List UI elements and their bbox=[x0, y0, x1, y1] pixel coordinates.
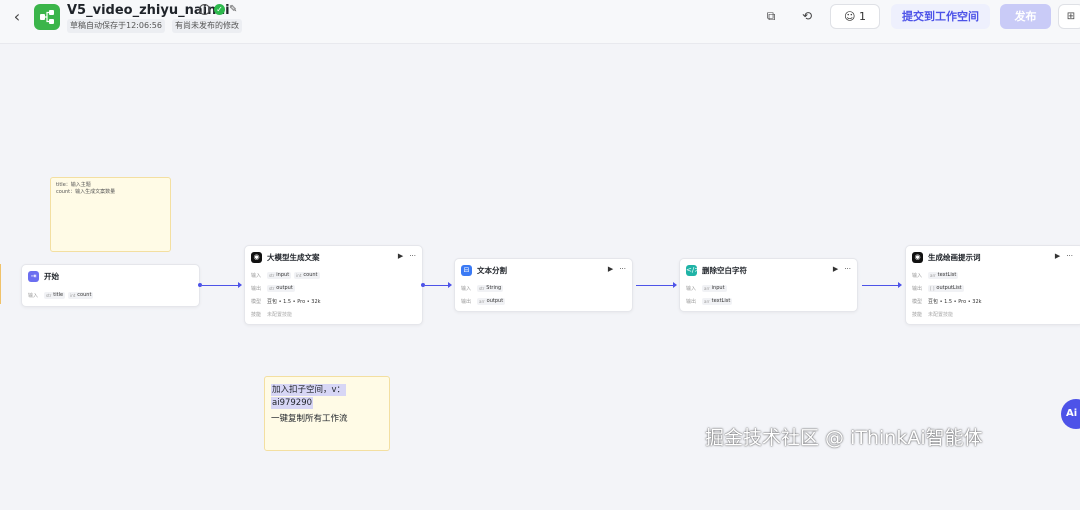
node-title: 删除空白字符 bbox=[702, 266, 747, 275]
promo-line-2: ai979290 bbox=[271, 397, 314, 409]
more-options-icon[interactable]: ⊞ bbox=[1058, 4, 1080, 29]
top-toolbar: ‹ V5_video_zhiyu_nainai i ✓ ✎ 草稿自动保存于12:… bbox=[0, 0, 1080, 44]
chevron-left-icon[interactable]: ‹ bbox=[8, 8, 26, 26]
output-label: 输出 bbox=[251, 286, 262, 292]
image-prompt-node[interactable]: ◉ 生成绘画提示词 ▶ ··· 输入 arr textList 输出 [ ] outp… bbox=[905, 245, 1080, 325]
node-title: 文本分割 bbox=[477, 266, 507, 275]
note-text: title：输入主题 count：输入生成文案数量 bbox=[56, 182, 116, 195]
output-label: 输出 bbox=[686, 299, 697, 305]
node-title: 生成绘画提示词 bbox=[928, 253, 981, 262]
workflow-icon bbox=[34, 4, 60, 30]
members-button[interactable]: ☺ 1 bbox=[830, 4, 880, 29]
trim-whitespace-node[interactable]: </> 删除空白字符 ▶ ··· 输入 arr input 输出 arr textLi… bbox=[679, 258, 858, 312]
info-icon[interactable]: i bbox=[199, 4, 210, 15]
members-count: 1 bbox=[858, 10, 866, 23]
promo-line-3: 一键复制所有工作流 bbox=[271, 414, 348, 424]
input-label: 输入 bbox=[686, 286, 697, 292]
sticky-note[interactable]: title：输入主题 count：输入生成文案数量 bbox=[50, 177, 171, 252]
param-chip: arr output bbox=[477, 298, 506, 305]
copy-icon[interactable]: ⧉ bbox=[763, 8, 779, 24]
connection-edge[interactable] bbox=[425, 285, 449, 286]
llm-node[interactable]: ◉ 大模型生成文案 ▶ ··· 输入 str input int count 输出 s… bbox=[244, 245, 423, 325]
arrow-icon bbox=[673, 282, 677, 288]
param-chip: str String bbox=[477, 285, 504, 292]
param-chip: arr textList bbox=[702, 298, 733, 305]
input-label: 输入 bbox=[912, 273, 923, 279]
model-label: 模型 bbox=[251, 299, 262, 305]
offscreen-node-edge bbox=[0, 264, 1, 304]
more-icon[interactable]: ··· bbox=[409, 252, 416, 260]
output-label: 输出 bbox=[912, 286, 923, 292]
autosave-status: 草稿自动保存于12:06:56 bbox=[67, 19, 165, 33]
start-node[interactable]: ⇥ 开始 输入 str title int count bbox=[21, 264, 200, 307]
arrow-icon bbox=[898, 282, 902, 288]
promo-note[interactable]: 加入扣子空间，v： ai979290 一键复制所有工作流 bbox=[264, 376, 390, 451]
connection-edge[interactable] bbox=[862, 285, 899, 286]
more-icon[interactable]: ··· bbox=[1066, 252, 1073, 260]
node-title: 大模型生成文案 bbox=[267, 253, 320, 262]
skill-label: 技能 bbox=[912, 312, 923, 318]
skill-value: 未配置技能 bbox=[928, 312, 954, 318]
input-label: 输入 bbox=[28, 293, 39, 299]
code-icon: </> bbox=[686, 265, 701, 276]
model-value: 豆包 • 1.5 • Pro • 32k bbox=[928, 299, 982, 305]
watermark: 掘金技术社区 @ iThinkAi智能体 bbox=[705, 427, 983, 449]
skill-value: 未配置技能 bbox=[267, 312, 293, 318]
param-chip: str output bbox=[267, 285, 295, 292]
output-label: 输出 bbox=[461, 299, 472, 305]
edit-icon[interactable]: ✎ bbox=[229, 4, 240, 15]
input-label: 输入 bbox=[251, 273, 262, 279]
param-chip: int count bbox=[68, 292, 94, 299]
run-icon[interactable]: ▶ bbox=[833, 265, 838, 273]
users-icon: ☺ bbox=[844, 10, 856, 23]
model-value: 豆包 • 1.5 • Pro • 32k bbox=[267, 299, 321, 305]
start-icon: ⇥ bbox=[28, 271, 39, 282]
llm-icon: ◉ bbox=[251, 252, 262, 263]
more-icon[interactable]: ··· bbox=[619, 265, 626, 273]
param-chip: str input bbox=[267, 272, 292, 279]
submit-to-workspace-button[interactable]: 提交到工作空间 bbox=[891, 4, 990, 29]
param-chip: str title bbox=[44, 292, 66, 299]
param-chip: [ ] outputList bbox=[928, 285, 964, 292]
publish-button[interactable]: 发布 bbox=[1000, 4, 1051, 29]
connection-edge[interactable] bbox=[202, 285, 239, 286]
param-chip: arr input bbox=[702, 285, 727, 292]
connection-edge[interactable] bbox=[636, 285, 674, 286]
arrow-icon bbox=[448, 282, 452, 288]
unpublished-status: 有尚未发布的修改 bbox=[172, 19, 242, 33]
param-chip: int count bbox=[294, 272, 320, 279]
run-icon[interactable]: ▶ bbox=[1055, 252, 1060, 260]
llm-icon: ◉ bbox=[912, 252, 923, 263]
text-split-node[interactable]: ⊟ 文本分割 ▶ ··· 输入 str String 输出 arr output bbox=[454, 258, 633, 312]
model-label: 模型 bbox=[912, 299, 923, 305]
more-icon[interactable]: ··· bbox=[844, 265, 851, 273]
run-icon[interactable]: ▶ bbox=[608, 265, 613, 273]
param-chip: arr textList bbox=[928, 272, 959, 279]
run-icon[interactable]: ▶ bbox=[398, 252, 403, 260]
promo-line-1: 加入扣子空间，v： bbox=[271, 384, 347, 396]
history-icon[interactable]: ⟲ bbox=[799, 8, 815, 24]
text-split-icon: ⊟ bbox=[461, 265, 472, 276]
input-label: 输入 bbox=[461, 286, 472, 292]
node-title: 开始 bbox=[44, 272, 59, 281]
arrow-icon bbox=[238, 282, 242, 288]
skill-label: 技能 bbox=[251, 312, 262, 318]
check-circle-icon: ✓ bbox=[214, 4, 225, 15]
